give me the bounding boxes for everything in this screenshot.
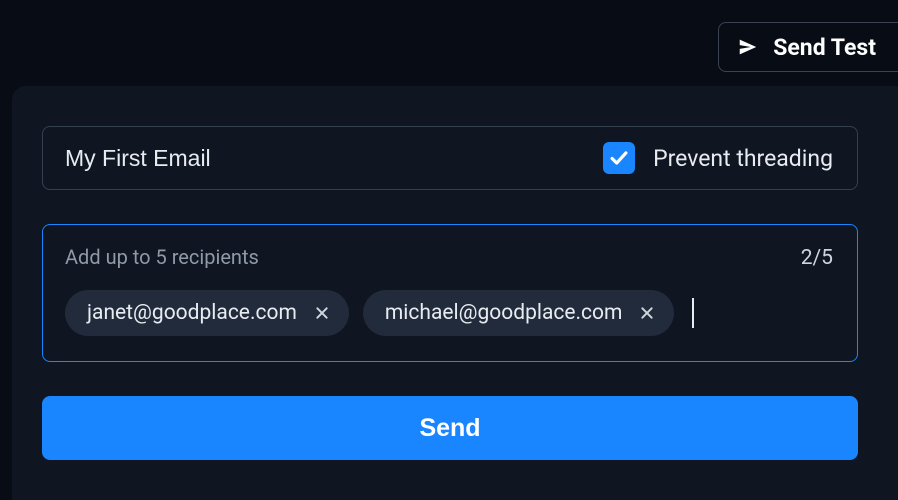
prevent-threading-label: Prevent threading	[653, 145, 833, 172]
recipients-count: 2/5	[801, 246, 833, 270]
subject-input[interactable]	[65, 145, 603, 172]
checkbox-checked-icon	[603, 142, 635, 174]
top-bar: Send Test	[0, 0, 898, 86]
recipients-chips: janet@goodplace.com michael@goodplace.co…	[65, 290, 833, 336]
recipient-text-cursor[interactable]	[692, 298, 694, 328]
compose-panel: Prevent threading Add up to 5 recipients…	[12, 86, 898, 500]
send-button[interactable]: Send	[42, 396, 858, 460]
send-test-label: Send Test	[773, 34, 876, 61]
remove-recipient-button[interactable]	[636, 302, 658, 324]
send-test-button[interactable]: Send Test	[718, 22, 898, 72]
send-icon	[737, 36, 759, 58]
recipient-email: michael@goodplace.com	[385, 301, 623, 325]
recipients-hint: Add up to 5 recipients	[65, 245, 259, 269]
subject-row: Prevent threading	[42, 126, 858, 190]
recipients-input[interactable]: Add up to 5 recipients 2/5 janet@goodpla…	[42, 224, 858, 362]
recipients-header: Add up to 5 recipients 2/5	[65, 245, 833, 270]
recipient-chip: janet@goodplace.com	[65, 290, 349, 336]
recipient-chip: michael@goodplace.com	[363, 290, 675, 336]
recipient-email: janet@goodplace.com	[87, 301, 297, 325]
send-button-label: Send	[419, 414, 480, 442]
remove-recipient-button[interactable]	[311, 302, 333, 324]
prevent-threading-toggle[interactable]: Prevent threading	[603, 142, 833, 174]
